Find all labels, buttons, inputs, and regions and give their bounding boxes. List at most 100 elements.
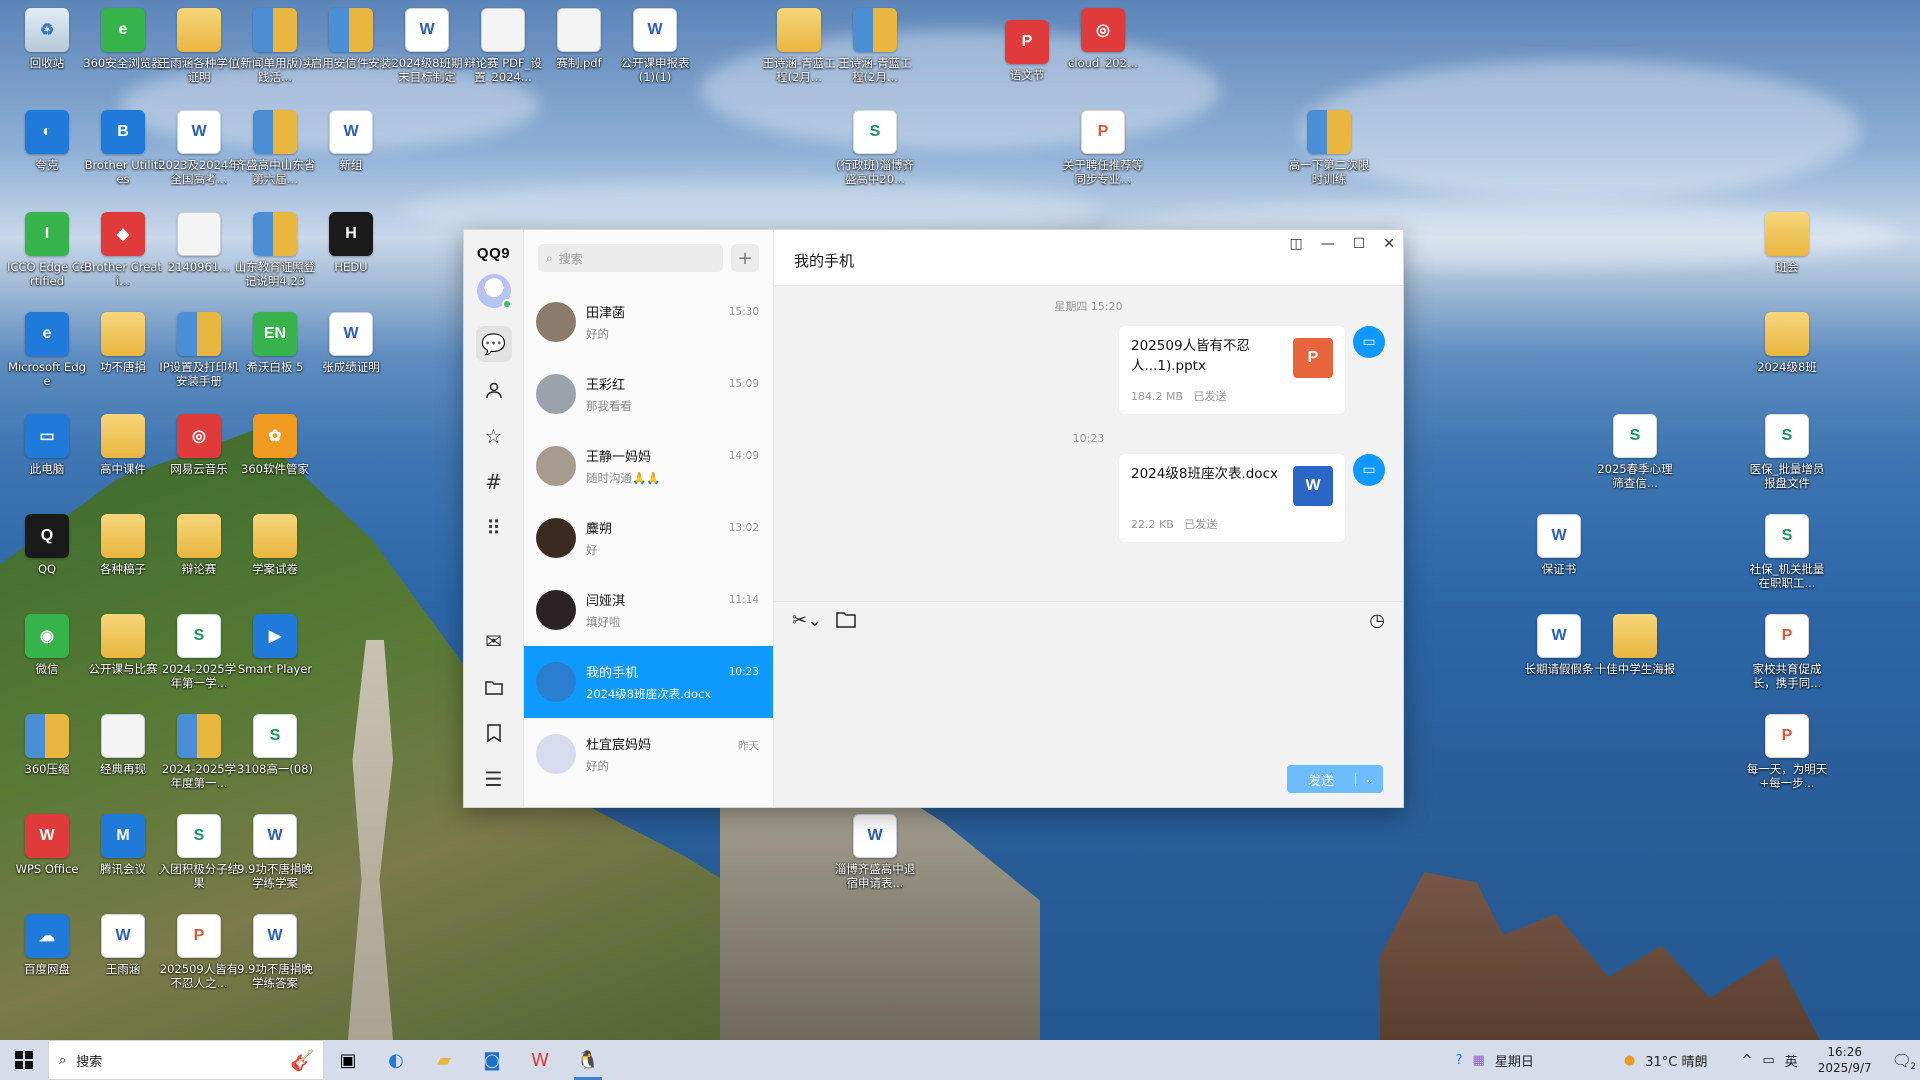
file-message[interactable]: 202509人皆有不忍人...1).pptx 184.2 MB 已发送 P (1119, 326, 1345, 414)
desktop-icon[interactable]: 2024-2025学年度第一... (160, 714, 238, 790)
conversation-item[interactable]: 田津菡 好的 15:30 (524, 286, 773, 358)
menu-icon[interactable]: ☰ (476, 761, 512, 797)
layout-toggle-icon[interactable]: ◫ (1289, 236, 1302, 252)
desktop-icon[interactable]: 2140961... (160, 212, 238, 274)
send-file-folder-icon[interactable] (836, 610, 856, 633)
desktop-icon[interactable]: B Brother Utilities (84, 110, 162, 186)
conversation-item[interactable]: 王彩红 那我看看 15:09 (524, 358, 773, 430)
bookmark-icon[interactable] (476, 715, 512, 751)
clock[interactable]: 16:26 2025/9/7 (1808, 1044, 1882, 1076)
minimize-button[interactable]: — (1321, 236, 1335, 252)
desktop-icon[interactable]: S 2024-2025学年第一学... (160, 614, 238, 690)
desktop-icon[interactable]: 2024级8班 (1748, 312, 1826, 374)
conversation-item[interactable]: 我的手机 2024级8班座次表.docx 10:23 (524, 646, 773, 718)
messages-icon[interactable]: 💬 (475, 326, 512, 362)
outlook-icon[interactable]: ◙ (468, 1040, 516, 1080)
desktop-icon[interactable]: 功不唐捐 (84, 312, 162, 374)
search-input[interactable]: ⌕ 搜索 (538, 244, 723, 272)
desktop-icon[interactable]: 十佳中学生海报 (1595, 614, 1675, 676)
conversation-item[interactable]: 杜宜宸妈妈 好的 昨天 (524, 718, 773, 790)
desktop-icon[interactable]: P 202509人皆有不忍人之... (160, 914, 238, 990)
desktop-icon[interactable]: 启用安信件安装 (311, 8, 391, 70)
desktop-icon[interactable]: ◐ 夸克 (8, 110, 86, 172)
wps-icon[interactable]: W (516, 1040, 564, 1080)
desktop-icon[interactable]: 经典再现 (84, 714, 162, 776)
maximize-button[interactable]: ☐ (1353, 236, 1366, 252)
desktop-icon[interactable]: 公开课与比赛 (84, 614, 162, 676)
desktop-icon[interactable]: EN 希沃白板 5 (236, 312, 314, 374)
desktop-icon[interactable]: P 家校共育促成长，携手同... (1748, 614, 1826, 690)
notification-center-icon[interactable]: 🗨 2 (1892, 1051, 1916, 1072)
desktop-icon[interactable]: S 2025春季心理筛查信... (1596, 414, 1674, 490)
send-button[interactable]: 发送 ⌄ (1287, 765, 1383, 793)
start-button[interactable] (0, 1051, 48, 1069)
ime-indicator[interactable]: 英 (1785, 1051, 1798, 1070)
desktop-icon[interactable]: W 9.9功不唐捐晚学练答案 (236, 914, 314, 990)
close-button[interactable]: ✕ (1383, 236, 1395, 252)
desktop-icon[interactable]: H HEDU (312, 212, 390, 274)
contacts-icon[interactable] (476, 372, 512, 408)
desktop-icon[interactable]: W 公开课申报表(1)(1) (616, 8, 694, 84)
folder-icon[interactable] (476, 669, 512, 705)
desktop-icon[interactable]: W 保证书 (1520, 514, 1598, 576)
desktop-icon[interactable]: 齐盛高中山东省第六届... (235, 110, 315, 186)
weather-icon[interactable]: ● (1624, 1053, 1635, 1068)
taskbar-search[interactable]: ⌕ 搜索 🎸 (48, 1040, 324, 1080)
desktop-icon[interactable]: 王雨涵各种学位证明 (159, 8, 239, 84)
desktop-icon[interactable]: W 2023及2024年全国高考... (158, 110, 240, 186)
tray-expand-chevron-icon[interactable]: ^ (1741, 1053, 1752, 1068)
screenshot-scissors-icon[interactable]: ✂⌄ (792, 610, 822, 631)
desktop-icon[interactable]: 山东教育证照登记说明4.23 (235, 212, 315, 288)
desktop-icon[interactable]: 高一下第二次限时训练 (1289, 110, 1369, 186)
desktop-icon[interactable]: W 张成绩证明 (312, 312, 390, 374)
desktop-icon[interactable]: 班会 (1748, 212, 1826, 274)
history-clock-icon[interactable]: ◷ (1369, 610, 1385, 631)
desktop-icon[interactable]: W 2024级8班期末目标制定 (388, 8, 466, 84)
weekday-label[interactable]: 星期日 (1495, 1051, 1534, 1070)
desktop-icon[interactable]: W 淄博齐盛高中退宿申请表... (835, 814, 915, 890)
conversation-item[interactable]: 麋朔好 13:02 (524, 502, 773, 574)
desktop-icon[interactable]: 王诗涵-青蓝工程(2月... (836, 8, 914, 84)
file-message[interactable]: 2024级8班座次表.docx 22.2 KB 已发送 W (1119, 454, 1345, 542)
conversation-item[interactable]: 闫娅淇 填好啦 11:14 (524, 574, 773, 646)
weather-text[interactable]: 31°C 晴朗 (1645, 1051, 1707, 1070)
desktop-icon[interactable]: Q QQ (8, 514, 86, 576)
desktop-icon[interactable]: S 医保_批量增员报盘文件 (1748, 414, 1826, 490)
qq-taskbar-icon[interactable]: 🐧 (564, 1040, 612, 1080)
desktop-icon[interactable]: e 360安全浏览器 (83, 8, 163, 70)
desktop-icon[interactable]: P 语文节 (988, 20, 1066, 82)
network-icon[interactable]: ▭ (1762, 1053, 1774, 1068)
desktop-icon[interactable]: 高中课件 (84, 414, 162, 476)
desktop-icon[interactable]: 辩论赛 PDF_设置_2024... (464, 8, 542, 84)
desktop-icon[interactable]: ▭ 此电脑 (8, 414, 86, 476)
desktop-icon[interactable]: ▶ Smart Player (236, 614, 314, 676)
desktop-icon[interactable]: S 3108高一(08) (236, 714, 314, 776)
channels-icon[interactable]: # (476, 464, 512, 500)
help-icon[interactable]: ? (1456, 1053, 1463, 1068)
desktop-icon[interactable]: W 王雨涵 (84, 914, 162, 976)
desktop-icon[interactable]: ☁ 百度网盘 (8, 914, 86, 976)
desktop-icon[interactable]: (新闻单用版)实践活... (236, 8, 314, 84)
add-button[interactable]: + (731, 244, 759, 272)
edge-icon[interactable]: ◐ (372, 1040, 420, 1080)
desktop-icon[interactable]: ◎ cloud_202... (1064, 8, 1142, 70)
desktop-icon[interactable]: S 社保_机关批量在职职工... (1748, 514, 1826, 590)
file-explorer-icon[interactable]: ▰ (420, 1040, 468, 1080)
desktop-icon[interactable]: 360压缩 (8, 714, 86, 776)
desktop-icon[interactable]: ✿ 360软件管家 (236, 414, 314, 476)
desktop-icon[interactable]: M 腾讯会议 (84, 814, 162, 876)
desktop-icon[interactable]: I ICCO Edge Certified (7, 212, 87, 288)
desktop-icon[interactable]: ♻ 回收站 (8, 8, 86, 70)
desktop-icon[interactable]: W 9.9功不唐捐晚学练学案 (236, 814, 314, 890)
calendar-icon[interactable]: ▦ (1473, 1053, 1485, 1068)
desktop-icon[interactable]: 各种稿子 (84, 514, 162, 576)
desktop-icon[interactable]: W 新组 (312, 110, 390, 172)
desktop-icon[interactable]: P 每一天，为明天+每一步... (1747, 714, 1827, 790)
desktop-icon[interactable]: ◆ Brother Creati... (84, 212, 162, 288)
desktop-icon[interactable]: e Microsoft Edge (8, 312, 86, 388)
desktop-icon[interactable]: IP设置及打印机安装手册 (159, 312, 239, 388)
desktop-icon[interactable]: ◉ 微信 (8, 614, 86, 676)
desktop-icon[interactable]: 赛制.pdf (540, 8, 618, 70)
message-input[interactable]: ✂⌄ ◷ 发送 ⌄ (774, 601, 1403, 807)
desktop-icon[interactable]: S (行政班)淄博齐盛高中20... (836, 110, 914, 186)
